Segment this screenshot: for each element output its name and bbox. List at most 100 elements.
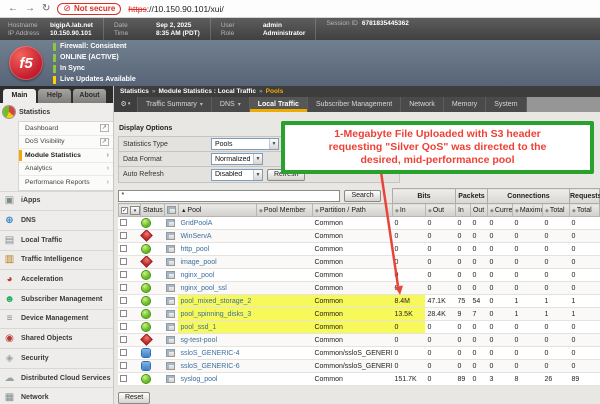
stat-value: 0 [542,360,569,373]
auto-refresh-select[interactable]: Disabled▼ [211,169,263,181]
row-checkbox[interactable] [120,271,127,278]
pool-link[interactable]: ssloS_GENERIC-4 [180,350,239,357]
sidebar-item-distributed-cloud-services[interactable]: ☁Distributed Cloud Services [0,368,113,388]
tab-local-traffic[interactable]: Local Traffic [250,97,308,112]
sidebar-item-local-traffic[interactable]: ▤Local Traffic [0,230,113,250]
expand-row-icon[interactable] [166,349,175,357]
tab-memory[interactable]: Memory [444,97,486,112]
f5-bigip-screen: ← → ↻ ⊘ Not secure https://10.150.90.101… [0,0,600,404]
pool-link[interactable]: syslog_pool [180,376,217,383]
browser-back-icon[interactable]: ← [8,4,18,14]
column-header-pool[interactable]: ▲Pool [178,204,256,217]
tab-network[interactable]: Network [401,97,444,112]
sidebar-item-acceleration[interactable]: ◕Acceleration [0,269,113,289]
pool-link[interactable]: pool_ssd_1 [180,324,216,331]
breadcrumb-module-statistics[interactable]: Module Statistics : Local Traffic [158,88,256,95]
pool-link[interactable]: GridPoolA [180,220,212,227]
column-header-connections-maximum[interactable]: ◆Maximum [512,204,542,217]
stat-value: 0 [455,217,470,230]
row-checkbox[interactable] [120,336,127,343]
pool-link[interactable]: sg-test-pool [180,337,217,344]
row-checkbox[interactable] [120,349,127,356]
pool-link[interactable]: WinServA [180,233,211,240]
pool-link[interactable]: http_pool [180,246,209,253]
column-header-pool-member[interactable]: ◆Pool Member [256,204,312,217]
expand-row-icon[interactable] [166,284,175,292]
tab-subscriber-management[interactable]: Subscriber Management [308,97,401,112]
column-header-packets-out[interactable]: Out [470,204,487,217]
search-input[interactable] [118,190,340,202]
expand-row-icon[interactable] [166,232,175,240]
column-header-bits-in[interactable]: ◆In [392,204,425,217]
expand-row-icon[interactable] [166,375,175,383]
statistics-type-select[interactable]: Pools▼ [211,138,279,150]
row-checkbox[interactable] [120,232,127,239]
sidebar-tab-help[interactable]: Help [38,89,71,103]
expand-row-icon[interactable] [166,219,175,227]
expand-row-icon[interactable] [166,297,175,305]
select-all-checkbox[interactable]: ✓ [121,207,128,214]
pool-link[interactable]: pool_spinning_disks_3 [180,311,251,318]
pool-link[interactable]: nginx_pool [180,272,214,279]
not-secure-badge[interactable]: ⊘ Not secure [57,3,121,15]
pool-link[interactable]: image_pool [180,259,216,266]
expand-row-icon[interactable] [166,323,175,331]
column-header-bits-out[interactable]: ◆Out [425,204,455,217]
sidebar-item-dns[interactable]: ⊕DNS [0,210,113,230]
sidebar-subitem-performance-reports[interactable]: Performance Reports› [19,176,113,190]
f5-logo[interactable]: f5 [9,46,43,80]
device-info-bar: HostnamebigipA.lab.net IP Address10.150.… [0,18,600,40]
expand-row-icon[interactable] [166,336,175,344]
sidebar-item-shared-objects[interactable]: ◉Shared Objects [0,328,113,348]
column-header-partition-path[interactable]: ◆Partition / Path [312,204,392,217]
column-header-connections-total[interactable]: ◆Total [542,204,569,217]
sidebar-item-subscriber-management[interactable]: ☻Subscriber Management [0,289,113,309]
sidebar-subitem-dashboard[interactable]: Dashboard↗ [19,122,113,136]
tab-traffic-summary[interactable]: Traffic Summary▾ [138,97,212,112]
expand-row-icon[interactable] [166,271,175,279]
pool-link[interactable]: ssloS_GENERIC-6 [180,363,239,370]
sidebar-tab-about[interactable]: About [73,89,106,103]
sidebar-tab-main[interactable]: Main [3,89,36,103]
row-checkbox[interactable] [120,310,127,317]
row-checkbox[interactable] [120,375,127,382]
reset-button[interactable]: Reset [118,392,150,404]
pool-link[interactable]: pool_mixed_storage_2 [180,298,251,305]
row-checkbox[interactable] [120,245,127,252]
column-header-packets-in[interactable]: In [455,204,470,217]
sidebar-item-traffic-intelligence[interactable]: ▥Traffic Intelligence [0,250,113,270]
sidebar-item-network[interactable]: ▦Network [0,387,113,404]
row-checkbox[interactable] [120,219,127,226]
sidebar-subitem-dos-visibility[interactable]: DoS Visibility↗ [19,136,113,150]
sidebar-item-statistics[interactable]: Statistics [0,103,113,121]
data-format-select[interactable]: Normalized▼ [211,153,263,165]
row-checkbox[interactable] [120,297,127,304]
select-menu-button[interactable]: ▾ [130,206,140,215]
expand-all-icon[interactable] [167,206,176,214]
expand-row-icon[interactable] [166,310,175,318]
tab-system[interactable]: System [486,97,526,112]
browser-refresh-icon[interactable]: ↻ [42,4,50,14]
sidebar-subitem-analytics[interactable]: Analytics› [19,163,113,177]
column-header-requests-total[interactable]: ◆Total [570,204,600,217]
column-header-connections-current[interactable]: ◆Current [487,204,512,217]
pool-link[interactable]: nginx_pool_ssl [180,285,226,292]
expand-row-icon[interactable] [166,245,175,253]
browser-forward-icon[interactable]: → [25,4,35,14]
sidebar-item-device-management[interactable]: ≡Device Management [0,309,113,329]
url-text[interactable]: https://10.150.90.101/xui/ [128,4,223,14]
row-checkbox[interactable] [120,258,127,265]
expand-row-icon[interactable] [166,362,175,370]
sidebar-item-security[interactable]: ◈Security [0,348,113,368]
expand-row-icon[interactable] [166,258,175,266]
search-button[interactable]: Search [344,190,380,202]
column-header-status[interactable]: Status [140,204,164,217]
sidebar-item-iapps[interactable]: ▣iApps [0,191,113,211]
row-checkbox[interactable] [120,362,127,369]
row-checkbox[interactable] [120,323,127,330]
tab-dns[interactable]: DNS▾ [212,97,250,112]
settings-gear-tab[interactable]: ⚙▾ [114,97,138,112]
sidebar-subitem-module-statistics[interactable]: Module Statistics› [19,149,113,163]
row-checkbox[interactable] [120,284,127,291]
breadcrumb-statistics[interactable]: Statistics [120,88,149,95]
